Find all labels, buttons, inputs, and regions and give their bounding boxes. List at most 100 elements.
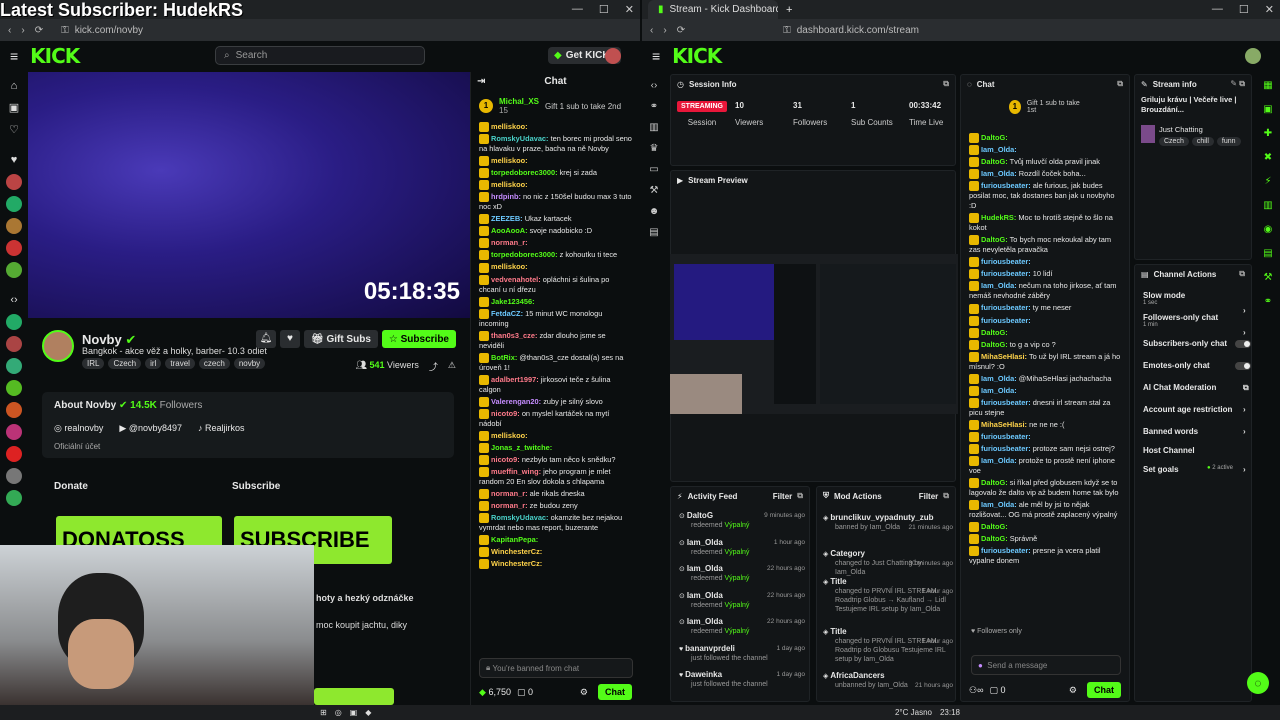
mod-action-item[interactable]: ◈ brunclikuv_vypadnuty_zub banned by Iam_… (823, 513, 953, 532)
chat-username[interactable]: furiousbeater: (981, 269, 1031, 278)
back-icon[interactable]: ‹ (8, 25, 11, 36)
collapse-chat-icon[interactable]: ⇥ (477, 72, 485, 92)
moderation-icon[interactable]: ▤ (649, 227, 658, 238)
mod-action-target[interactable]: brunclikuv_vypadnuty_zub (830, 513, 933, 522)
stream-tag[interactable]: IRL (82, 358, 105, 369)
filter-button[interactable]: Filter (919, 492, 939, 501)
menu-icon[interactable]: ≡ (10, 48, 18, 64)
chat-username[interactable]: WinchesterCz: (491, 559, 542, 568)
slow-mode-action[interactable]: Slow mode 1 sec › (1143, 291, 1246, 315)
tool-icon[interactable]: ▤ (1261, 248, 1275, 262)
activity-username[interactable]: Iam_Olda (687, 617, 723, 626)
chat-username[interactable]: BotRix: (491, 353, 517, 362)
chat-username[interactable]: furiousbeater: (981, 546, 1031, 555)
taskbar-app-icon[interactable]: ◎ (335, 708, 342, 717)
follow-heart-button[interactable]: ♥ (279, 330, 300, 348)
subscribers-only-action[interactable]: Subscribers-only chat (1143, 339, 1251, 348)
mod-action-item[interactable]: ◈ AfricaDancers unbanned by Iam_Olda 21 ho… (823, 671, 953, 690)
filter-button[interactable]: Filter (773, 492, 793, 501)
chat-username[interactable]: DaltoG: (981, 328, 1008, 337)
mod-action-item[interactable]: ◈ Title changed to PRVNÍ IRL STREAM Roadt… (823, 627, 953, 664)
chat-send-button[interactable]: Chat (598, 684, 632, 700)
recommended-channel-avatar[interactable] (6, 424, 22, 440)
mod-action-target[interactable]: AfricaDancers (830, 671, 884, 680)
address-bar-right[interactable]: ⚿ dashboard.kick.com/stream (775, 22, 1272, 38)
chat-username[interactable]: RomskyUdavac: (491, 513, 549, 522)
chat-username[interactable]: furiousbeater: (981, 444, 1031, 453)
stream-preview-video[interactable] (670, 254, 958, 414)
chat-username[interactable]: Iam_Olda: (981, 145, 1017, 154)
forward-icon[interactable]: › (21, 25, 24, 36)
chat-username[interactable]: WinchesterCz: (491, 547, 542, 556)
followed-channel-avatar[interactable] (6, 240, 22, 256)
site-info-icon[interactable]: ⚿ (61, 25, 69, 36)
help-chat-button[interactable]: ◌ (1247, 672, 1269, 694)
activity-username[interactable]: Iam_Olda (687, 591, 723, 600)
share-icon[interactable]: ⚭ (1261, 296, 1275, 310)
taskbar-app-icon[interactable]: ▣ (350, 708, 358, 717)
recommended-channel-avatar[interactable] (6, 314, 22, 330)
chat-username[interactable]: furiousbeater: (981, 181, 1031, 190)
mod-action-item[interactable]: ◈ Category changed to Just Chatting by Ia… (823, 549, 953, 577)
stream-icon[interactable]: ⚭ (650, 101, 658, 112)
chat-username[interactable]: melliskoo: (491, 122, 528, 131)
chat-username[interactable]: AooAooA: (491, 226, 528, 235)
tiktok-link[interactable]: ♪ Realjirkos (198, 423, 245, 434)
chat-username[interactable]: furiousbeater: (981, 316, 1031, 325)
analytics-icon[interactable]: ▥ (649, 122, 658, 133)
chat-username[interactable]: furiousbeater: (981, 398, 1031, 407)
panel-banner[interactable] (314, 688, 394, 705)
popout-icon[interactable]: ⧉ (1117, 79, 1123, 89)
activity-item[interactable]: ⊙ Iam_Olda redeemed Výpalný 22 hours ago (679, 591, 805, 610)
maximize-icon[interactable]: ☐ (1239, 3, 1249, 16)
tool-icon[interactable]: ✚ (1261, 128, 1275, 142)
video-player[interactable]: 05:18:35 (28, 72, 470, 318)
stream-info-tag[interactable]: chill (1191, 137, 1214, 146)
forward-icon[interactable]: › (663, 25, 666, 36)
user-avatar[interactable] (1245, 48, 1261, 64)
popout-icon[interactable]: ⧉ (943, 79, 949, 89)
chat-username[interactable]: Jonas_z_twitche: (491, 443, 552, 452)
minimize-icon[interactable]: — (572, 3, 583, 16)
chat-messages-left[interactable]: melliskoo: RomskyUdavac: ten borec mi pr… (471, 120, 640, 571)
window-controls-right[interactable]: — ☐ ✕ (1212, 3, 1274, 16)
chat-icon[interactable]: ◉ (1261, 224, 1275, 238)
stream-tag[interactable]: Czech (108, 358, 142, 369)
followed-channel-avatar[interactable] (6, 174, 22, 190)
chat-username[interactable]: melliskoo: (491, 180, 528, 189)
activity-item[interactable]: ⊙ DaltoG redeemed Výpalný 9 minutes ago (679, 511, 805, 530)
chat-username[interactable]: HudekRS: (981, 213, 1016, 222)
chat-username[interactable]: Iam_Olda: (981, 500, 1017, 509)
chat-username[interactable]: melliskoo: (491, 431, 528, 440)
kick-logo[interactable]: KICK (672, 44, 722, 68)
chat-username[interactable]: Iam_Olda: (981, 281, 1017, 290)
recommended-channel-avatar[interactable] (6, 336, 22, 352)
wrench-icon[interactable]: ⚒ (650, 185, 659, 196)
points-count[interactable]: ▢ 0 (517, 687, 533, 698)
popout-icon[interactable]: ⧉ (943, 491, 949, 501)
followed-channel-avatar[interactable] (6, 262, 22, 278)
close-icon[interactable]: ✕ (625, 3, 634, 16)
stream-info-tag[interactable]: Czech (1159, 137, 1189, 146)
gift-icon[interactable]: ⚇∞ (969, 685, 983, 696)
settings-icon[interactable]: ⚙ (1069, 685, 1077, 696)
new-tab-icon[interactable]: + (786, 4, 792, 16)
mod-action-target[interactable]: Title (830, 577, 846, 586)
settings-icon[interactable]: ⚙ (580, 687, 588, 698)
report-icon[interactable]: ⚠ (448, 360, 456, 373)
subscribers-only-toggle[interactable] (1235, 340, 1251, 348)
chat-username[interactable]: MihaSeHlasi: (981, 420, 1027, 429)
minimize-icon[interactable]: — (1212, 3, 1223, 16)
heart-icon[interactable]: ♥ (6, 152, 22, 168)
chat-username[interactable]: FetdaCZ: (491, 309, 523, 318)
browser-tab-right[interactable]: ▮Stream - Kick Dashboard✕ (648, 0, 778, 19)
stream-tag[interactable]: travel (165, 358, 195, 369)
tool-icon[interactable]: ✖ (1261, 152, 1275, 166)
activity-username[interactable]: bananvprdeli (685, 644, 735, 653)
kick-logo[interactable]: KICK (30, 44, 80, 68)
chat-username[interactable]: torpedoborec3000: (491, 168, 558, 177)
category-thumbnail[interactable] (1141, 125, 1155, 143)
account-age-action[interactable]: Account age restriction › (1143, 405, 1246, 414)
subscribe-button[interactable]: ☆ Subscribe (381, 330, 456, 348)
activity-item[interactable]: ♥ Daweinka just followed the channel 1 da… (679, 670, 805, 689)
